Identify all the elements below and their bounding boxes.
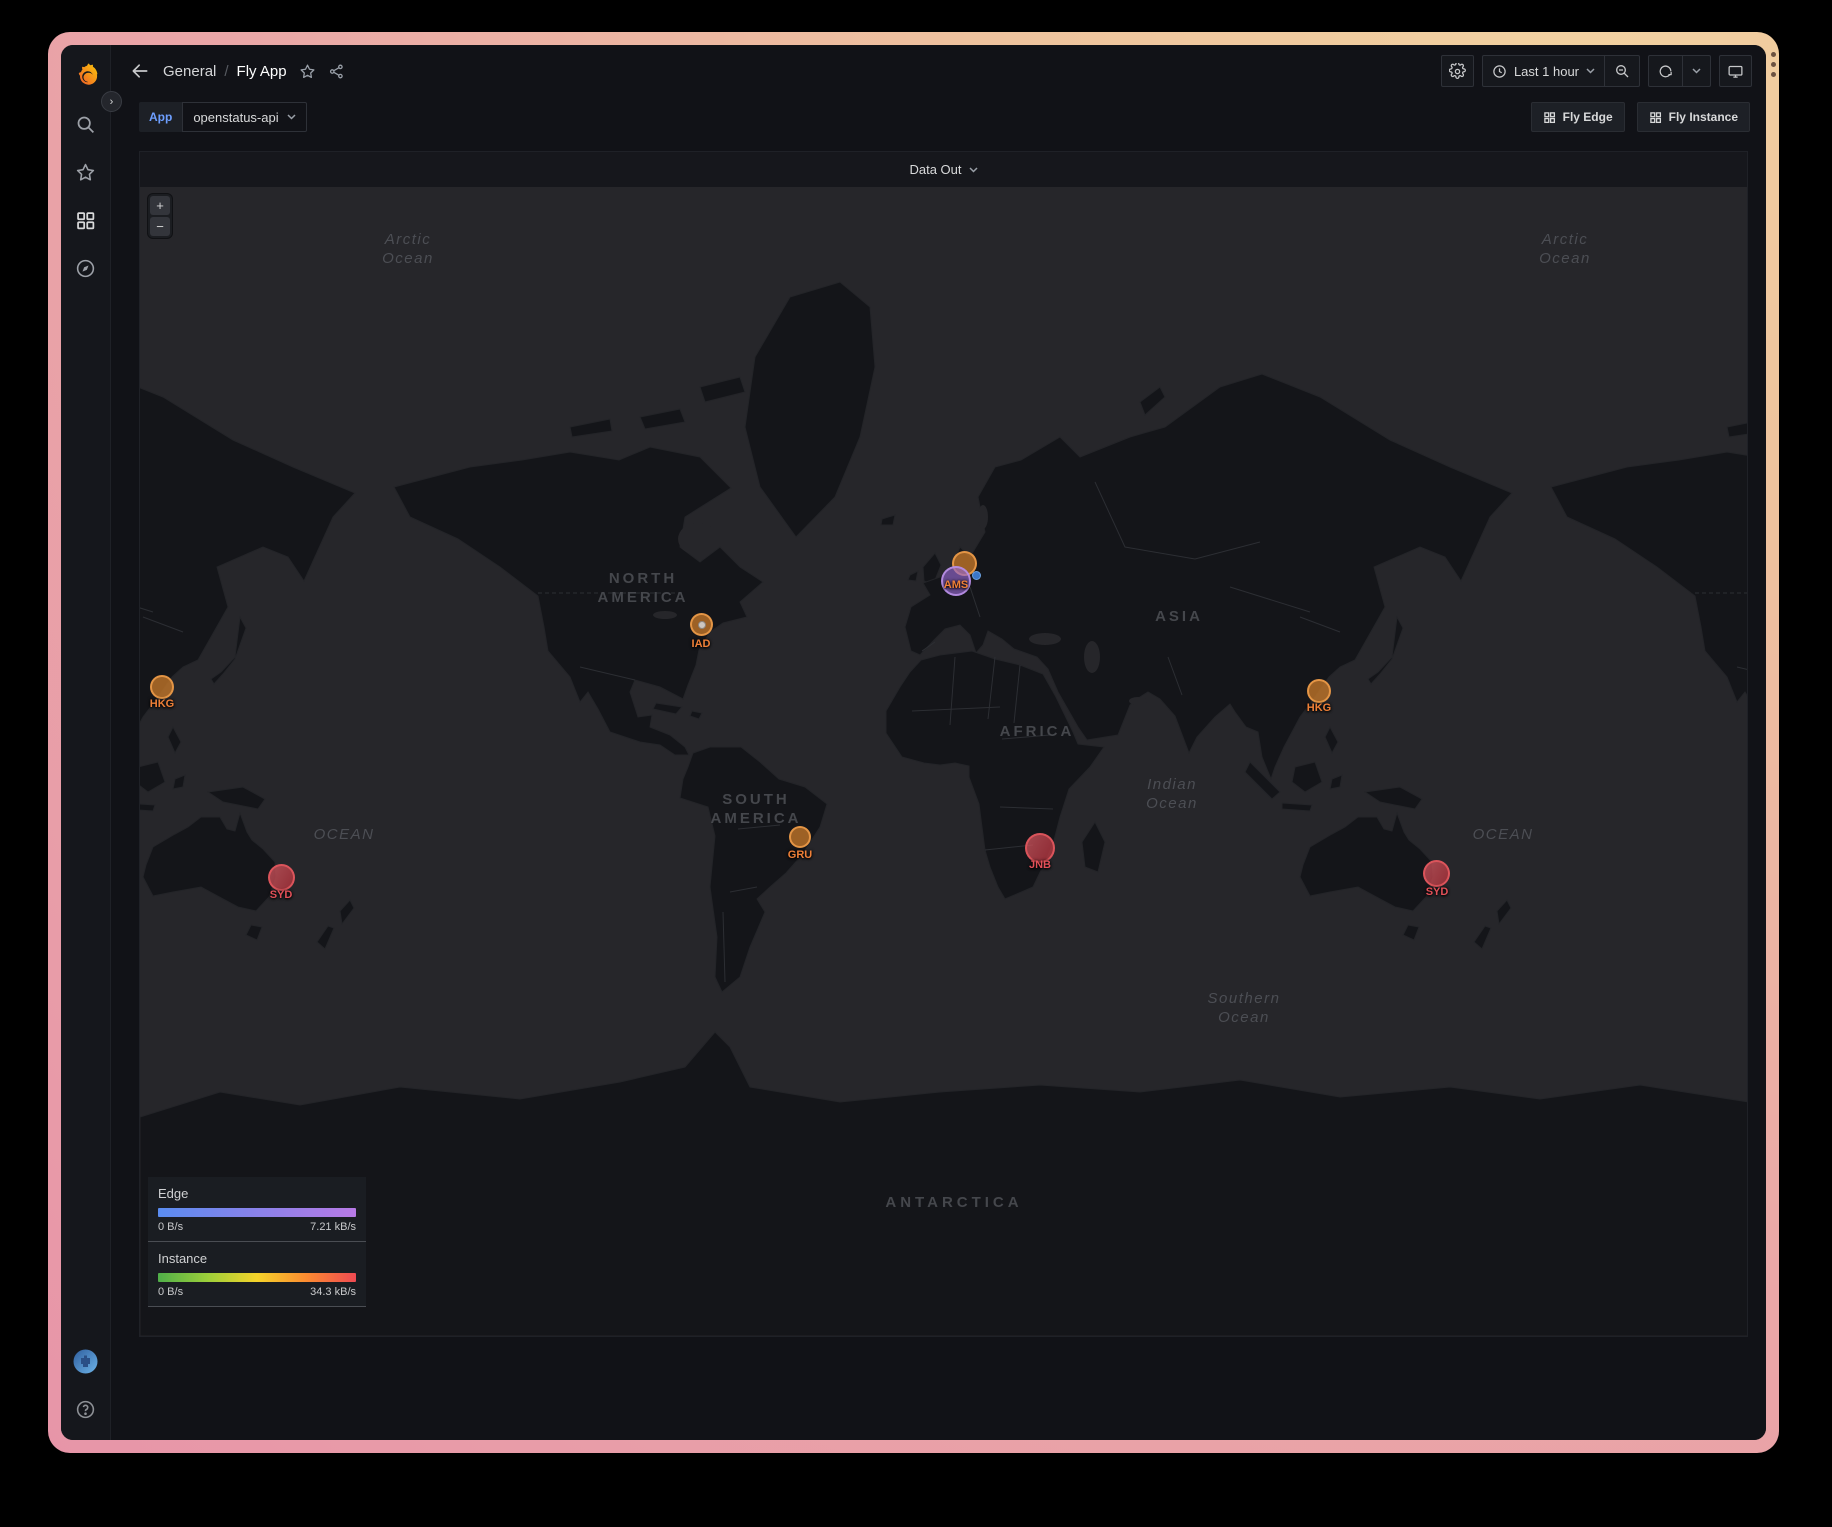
chevron-down-icon xyxy=(1692,68,1701,74)
share-icon[interactable] xyxy=(328,63,345,80)
geomap-panel: Data Out xyxy=(139,151,1748,1337)
legend-edge: Edge 0 B/s 7.21 kB/s xyxy=(148,1177,366,1242)
grafana-app: › General / Fly App xyxy=(61,45,1766,1440)
sidebar xyxy=(61,45,111,1440)
fly-instance-button[interactable]: Fly Instance xyxy=(1637,102,1750,132)
breadcrumb-page: Fly App xyxy=(237,63,287,80)
view-links: Fly Edge Fly Instance xyxy=(1531,102,1750,132)
panel-title: Data Out xyxy=(909,162,961,177)
main-area: General / Fly App xyxy=(111,45,1766,1440)
marker-gru-instance[interactable] xyxy=(789,826,811,848)
variable-app-label: App xyxy=(139,102,182,132)
grid-icon xyxy=(1543,111,1556,124)
legend-edge-min: 0 B/s xyxy=(158,1221,183,1233)
marker-syd-east-instance[interactable] xyxy=(1423,860,1450,887)
refresh-button[interactable] xyxy=(1649,56,1682,86)
legend-instance-gradient-bar xyxy=(158,1273,356,1282)
grafana-logo-icon[interactable] xyxy=(69,59,103,93)
grid-icon xyxy=(1649,111,1662,124)
chevron-down-icon xyxy=(969,167,978,173)
map-zoom-in-button[interactable]: + xyxy=(150,196,170,215)
variables-bar: App openstatus-api Fly Edge xyxy=(111,97,1766,143)
refresh-group xyxy=(1648,55,1711,87)
marker-ams-edge[interactable] xyxy=(941,566,971,596)
time-range-picker[interactable]: Last 1 hour xyxy=(1483,56,1604,86)
panel-title-menu[interactable]: Data Out xyxy=(140,152,1747,187)
help-icon[interactable] xyxy=(69,1392,103,1426)
marker-hkg-east-instance[interactable] xyxy=(1307,679,1331,703)
marker-jnb-instance[interactable] xyxy=(1025,833,1055,863)
legend-edge-title: Edge xyxy=(158,1186,356,1201)
starred-icon[interactable] xyxy=(69,155,103,189)
variable-app-dropdown[interactable]: openstatus-api xyxy=(182,102,306,132)
fly-instance-label: Fly Instance xyxy=(1669,110,1738,124)
marker-hkg-west-instance[interactable] xyxy=(150,675,174,699)
sidebar-expand-button[interactable]: › xyxy=(101,91,122,112)
fly-edge-button[interactable]: Fly Edge xyxy=(1531,102,1625,132)
toolbar-right: Last 1 hour xyxy=(1441,55,1752,87)
world-map[interactable]: + − Arctic Ocean Arctic Ocean NORTH AMER… xyxy=(140,187,1747,1336)
breadcrumb-section[interactable]: General xyxy=(163,63,216,80)
marker-iad-instance[interactable] xyxy=(690,613,713,636)
user-avatar[interactable] xyxy=(69,1344,103,1378)
legend-instance: Instance 0 B/s 34.3 kB/s xyxy=(148,1242,366,1307)
variable-app-value: openstatus-api xyxy=(193,110,278,125)
time-zoom-out-button[interactable] xyxy=(1604,56,1639,86)
back-arrow-icon[interactable] xyxy=(127,58,153,84)
legend-instance-min: 0 B/s xyxy=(158,1286,183,1298)
chevron-down-icon xyxy=(1586,68,1595,74)
fly-edge-label: Fly Edge xyxy=(1563,110,1613,124)
dashboard-settings-button[interactable] xyxy=(1441,55,1474,87)
window-frame: › General / Fly App xyxy=(48,32,1779,1453)
breadcrumb-separator: / xyxy=(224,63,228,80)
legend-instance-title: Instance xyxy=(158,1251,356,1266)
map-zoom-controls: + − xyxy=(148,194,172,238)
refresh-interval-dropdown[interactable] xyxy=(1682,56,1710,86)
star-dashboard-icon[interactable] xyxy=(299,63,316,80)
top-toolbar: General / Fly App xyxy=(111,45,1766,97)
chevron-down-icon xyxy=(287,114,296,120)
explore-compass-icon[interactable] xyxy=(69,251,103,285)
antarctica-landmass xyxy=(140,1032,1747,1336)
time-picker-group: Last 1 hour xyxy=(1482,55,1640,87)
dashboards-icon[interactable] xyxy=(69,203,103,237)
basemap xyxy=(140,187,1747,1336)
breadcrumb: General / Fly App xyxy=(163,63,287,80)
legend-edge-gradient-bar xyxy=(158,1208,356,1217)
marker-syd-west-instance[interactable] xyxy=(268,864,295,891)
marker-iad-edge-dot xyxy=(698,621,706,629)
search-icon[interactable] xyxy=(69,107,103,141)
marker-ams-edge-small[interactable] xyxy=(972,571,981,580)
map-legend: Edge 0 B/s 7.21 kB/s Instance 0 B/s xyxy=(148,1177,366,1307)
legend-edge-max: 7.21 kB/s xyxy=(310,1221,356,1233)
map-zoom-out-button[interactable]: − xyxy=(150,217,170,236)
frame-dots xyxy=(1771,52,1776,77)
clock-icon xyxy=(1492,64,1507,79)
time-range-label: Last 1 hour xyxy=(1514,64,1579,79)
tv-mode-button[interactable] xyxy=(1719,55,1752,87)
legend-instance-max: 34.3 kB/s xyxy=(310,1286,356,1298)
